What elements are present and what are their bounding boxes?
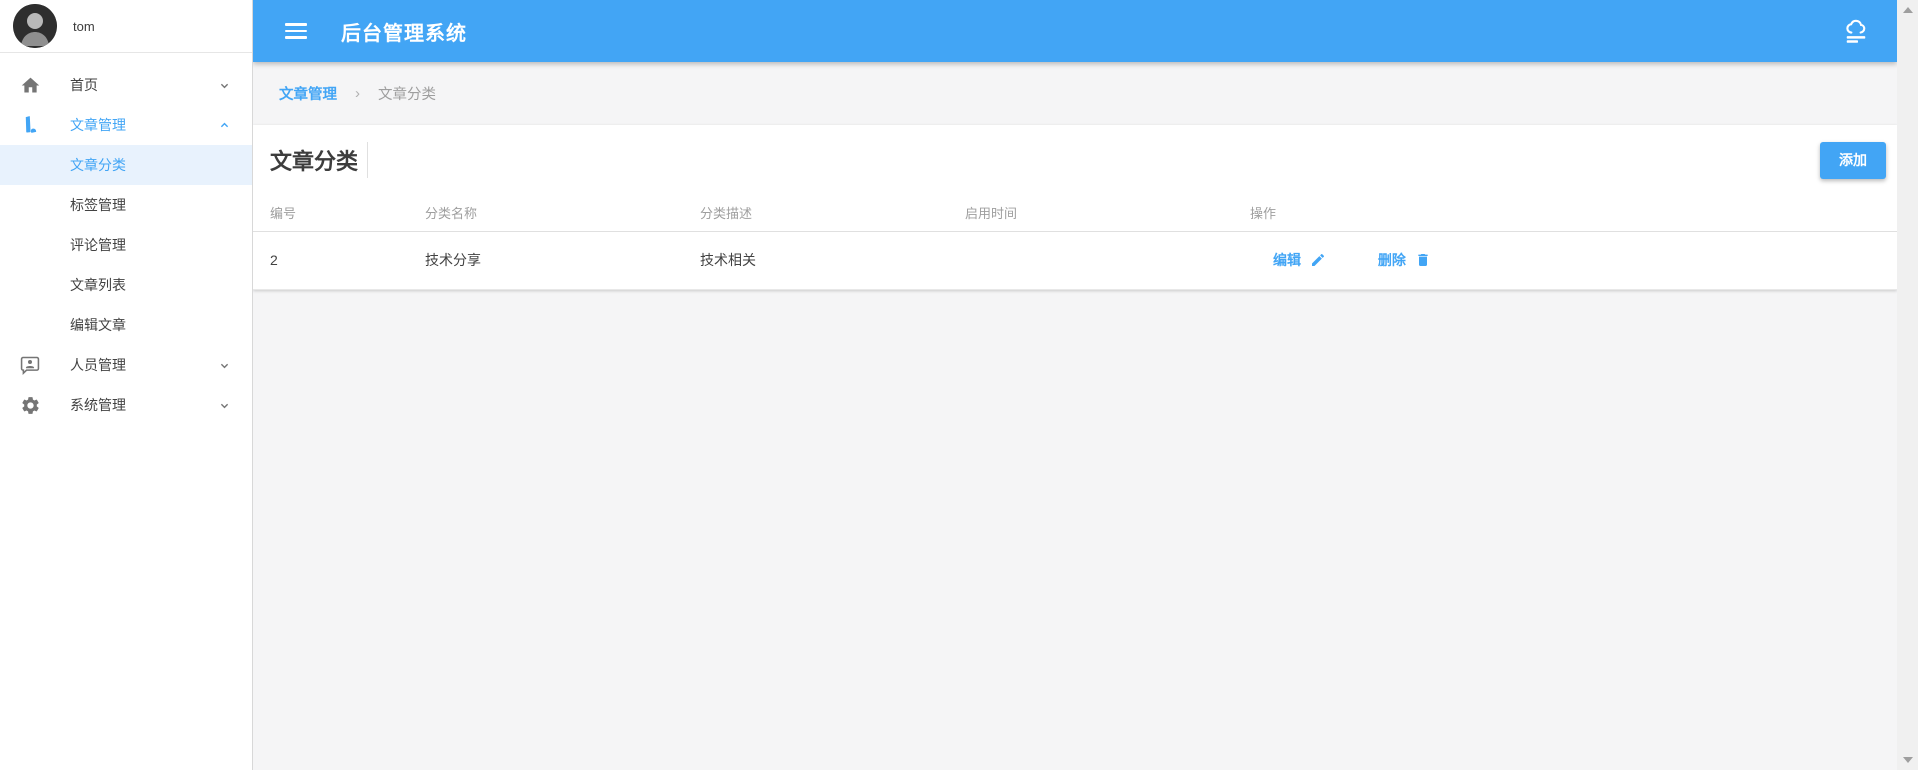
sidebar-subitem-label: 标签管理 [70, 197, 126, 213]
sidebar: tom 首页 文章管理 文章分类 标签管理 评论管理 文章列表 编辑文章 人员管… [0, 0, 253, 770]
sidebar-item-personnel[interactable]: 人员管理 [0, 345, 252, 385]
sidebar-subitem-label: 评论管理 [70, 237, 126, 253]
pencil-icon [1312, 253, 1325, 266]
sidebar-nav: 首页 文章管理 文章分类 标签管理 评论管理 文章列表 编辑文章 人员管理 系统… [0, 53, 252, 425]
sidebar-item-label: 首页 [70, 77, 98, 93]
cell-name: 技术分享 [425, 231, 700, 290]
breadcrumb: 文章管理 › 文章分类 [253, 62, 1897, 125]
cell-description: 技术相关 [700, 231, 965, 290]
delete-button[interactable]: 删除 [1378, 250, 1431, 270]
app-title: 后台管理系统 [341, 22, 467, 45]
breadcrumb-current: 文章分类 [378, 87, 436, 103]
column-header-enable-time: 启用时间 [965, 195, 1250, 232]
trash-icon [1418, 254, 1428, 266]
people-chat-icon [18, 353, 42, 377]
cell-id: 2 [253, 231, 425, 290]
column-header-name: 分类名称 [425, 195, 700, 232]
table-header-row: 编号 分类名称 分类描述 启用时间 操作 [253, 195, 1897, 232]
table-row: 2 技术分享 技术相关 编辑 删除 [253, 231, 1897, 290]
breadcrumb-separator-icon: › [355, 85, 360, 102]
chevron-down-icon [217, 78, 232, 93]
main-area: 后台管理系统 文章管理 › 文章分类 文章分类 添加 编号 分类名称 分类描述 … [253, 0, 1897, 770]
delete-button-label: 删除 [1377, 252, 1406, 268]
user-name: tom [73, 18, 95, 34]
sidebar-item-label: 人员管理 [70, 357, 126, 373]
page-title: 文章分类 [270, 149, 359, 174]
sidebar-subitem-article-list[interactable]: 文章列表 [0, 265, 252, 305]
user-row[interactable]: tom [0, 0, 252, 53]
edit-button[interactable]: 编辑 [1273, 250, 1326, 270]
sidebar-item-label: 文章管理 [70, 117, 126, 133]
edit-button-label: 编辑 [1273, 252, 1301, 268]
sidebar-subitem-label: 编辑文章 [70, 317, 126, 333]
column-header-id: 编号 [253, 195, 425, 232]
sidebar-subitem-edit-article[interactable]: 编辑文章 [0, 305, 252, 345]
categories-table: 编号 分类名称 分类描述 启用时间 操作 2 技术分享 技术相关 编辑 删除 [253, 195, 1897, 290]
sidebar-subitem-label: 文章分类 [70, 157, 126, 173]
title-divider [367, 142, 369, 178]
content-card: 文章分类 添加 编号 分类名称 分类描述 启用时间 操作 2 技术分享 技术相关… [253, 125, 1897, 290]
sidebar-item-articles[interactable]: 文章管理 [0, 105, 252, 145]
column-header-actions: 操作 [1250, 195, 1897, 232]
sidebar-item-system[interactable]: 系统管理 [0, 385, 252, 425]
vertical-scrollbar[interactable] [1897, 0, 1918, 770]
add-button[interactable]: 添加 [1820, 141, 1886, 179]
chevron-up-icon [217, 118, 232, 133]
article-pen-icon [18, 113, 42, 137]
scrollbar-up-arrow-icon[interactable] [1902, 7, 1913, 13]
card-header: 文章分类 添加 [253, 125, 1897, 195]
home-icon [18, 73, 42, 97]
column-header-description: 分类描述 [700, 195, 965, 232]
cloud-icon[interactable] [1841, 16, 1871, 46]
sidebar-subitem-comment-management[interactable]: 评论管理 [0, 225, 252, 265]
scrollbar-down-arrow-icon[interactable] [1902, 757, 1913, 763]
cell-actions: 编辑 删除 [1250, 231, 1897, 290]
settings-gear-icon [18, 393, 42, 417]
sidebar-item-label: 系统管理 [70, 397, 126, 413]
hamburger-menu-icon[interactable] [285, 23, 307, 39]
sidebar-subitem-tag-management[interactable]: 标签管理 [0, 185, 252, 225]
chevron-down-icon [217, 358, 232, 373]
cell-enable-time [965, 231, 1250, 290]
sidebar-item-home[interactable]: 首页 [0, 65, 252, 105]
app-bar: 后台管理系统 [253, 0, 1897, 62]
breadcrumb-link-articles[interactable]: 文章管理 [279, 83, 337, 104]
sidebar-subitem-article-categories[interactable]: 文章分类 [0, 145, 252, 185]
avatar [13, 4, 57, 48]
chevron-down-icon [217, 398, 232, 413]
sidebar-subitem-label: 文章列表 [70, 277, 126, 293]
